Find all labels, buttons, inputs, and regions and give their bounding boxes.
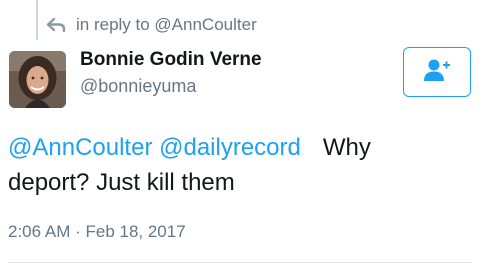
tweet-timestamp[interactable]: 2:06 AM · Feb 18, 2017 (8, 222, 186, 242)
avatar[interactable] (9, 51, 66, 108)
author-handle[interactable]: @bonnieyuma (80, 76, 196, 97)
divider (8, 262, 472, 263)
tweet-text: @AnnCoulter @dailyrecord Why deport? Just… (8, 130, 458, 200)
mention-anncoulter[interactable]: @AnnCoulter (8, 134, 152, 161)
mention-dailyrecord[interactable]: @dailyrecord (159, 134, 301, 161)
thread-connector-line (36, 0, 38, 40)
follow-button[interactable] (403, 47, 471, 97)
author-name[interactable]: Bonnie Godin Verne (80, 49, 262, 71)
reply-context-text: in reply to @AnnCoulter (76, 15, 257, 34)
tweet-text-part-2: deport? Just kill them (8, 169, 235, 196)
reply-arrow-icon (46, 17, 66, 33)
reply-context[interactable]: in reply to @AnnCoulter (46, 12, 257, 38)
tweet-text-part-1: Why (322, 134, 371, 161)
add-user-icon (423, 58, 451, 87)
